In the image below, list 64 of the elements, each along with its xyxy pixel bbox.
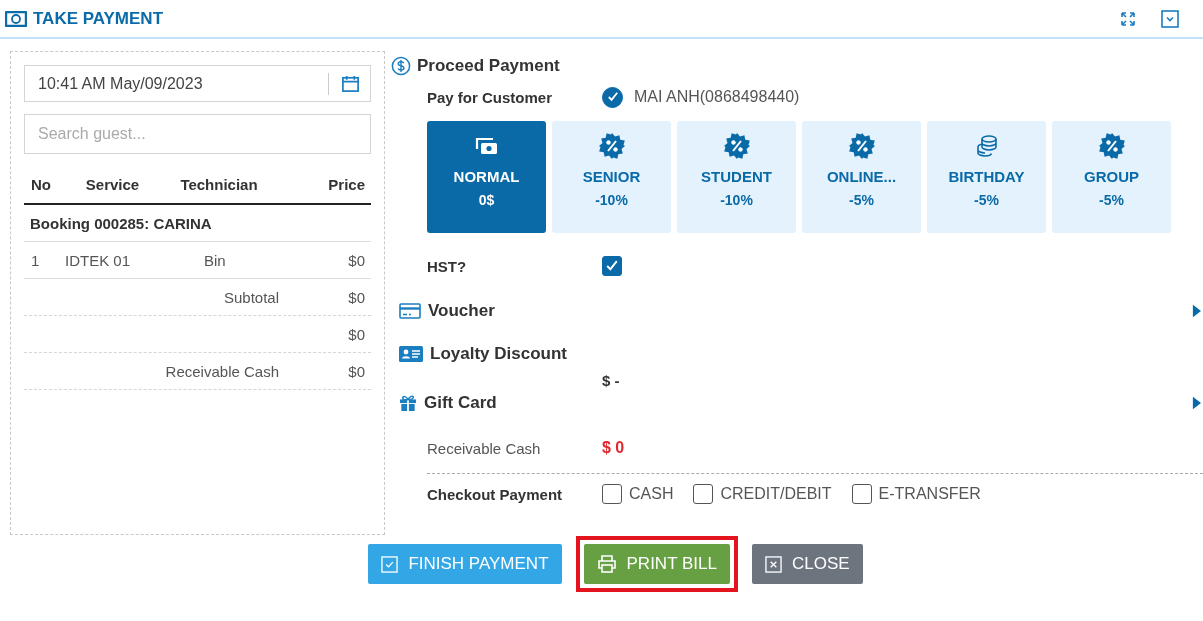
coins-icon [974, 133, 999, 159]
payment-method-label[interactable]: CASH [629, 485, 674, 503]
table-cell-text: Bin [203, 251, 227, 269]
gift-icon [399, 395, 417, 411]
receivable-amount: $ 0 [602, 439, 625, 457]
column-header: No [30, 175, 52, 193]
print-button[interactable]: PRINT BILL [583, 544, 730, 584]
payment-method-checkbox[interactable] [851, 484, 872, 504]
percent-badge-icon [723, 133, 750, 159]
checkmark-icon [604, 258, 620, 274]
discount-tile[interactable]: ONLINE... -5% [802, 121, 921, 233]
section-title[interactable]: Gift Card [424, 393, 497, 413]
table-cell-text: $0 [347, 251, 366, 269]
total-value: $0 [347, 362, 366, 380]
date-field[interactable]: 10:41 AM May/09/2023 [24, 65, 371, 102]
dollar-circle-icon [391, 56, 411, 76]
close-button[interactable]: CLOSE [751, 544, 863, 584]
section-title[interactable]: Loyalty Discount [430, 344, 567, 364]
percent-badge-icon [1098, 133, 1125, 159]
checkmark-icon [605, 90, 620, 104]
field-label: Receivable Cash [427, 439, 542, 457]
collapse-icon[interactable] [1161, 9, 1179, 28]
calendar-icon[interactable] [341, 74, 360, 93]
payment-method-label[interactable]: CREDIT/DEBIT [720, 485, 832, 503]
percent-badge-icon [598, 133, 625, 159]
credit-card-icon [399, 302, 421, 320]
column-header: Technician [179, 175, 259, 193]
checkbox-icon [381, 555, 399, 573]
close-icon [764, 555, 782, 573]
banknote-icon [5, 10, 27, 27]
table-cell-text: 1 [30, 251, 41, 269]
expand-arrow-icon[interactable] [1192, 396, 1201, 410]
expand-icon[interactable] [1121, 11, 1135, 26]
discount-tile[interactable]: STUDENT -10% [677, 121, 796, 233]
booking-label: Booking 000285: CARINA [30, 214, 212, 232]
column-header: Service [84, 175, 141, 193]
discount-tile[interactable]: NORMAL 0$ [427, 121, 546, 233]
id-card-icon [399, 345, 423, 363]
customer-name: MAI ANH(0868498440) [634, 88, 800, 106]
customer-checkbox[interactable] [602, 86, 623, 108]
window-title: TAKE PAYMENT [33, 8, 164, 29]
expand-arrow-icon[interactable] [1192, 304, 1201, 318]
table-cell-text: IDTEK 01 [64, 251, 132, 269]
printer-icon [596, 555, 617, 573]
hst-checkbox[interactable] [602, 256, 622, 276]
total-value: $0 [347, 288, 366, 306]
total-label: Subtotal [223, 288, 279, 306]
loyalty-value: $ - [602, 372, 620, 389]
search-field[interactable]: Search guest... [24, 114, 371, 154]
discount-tile[interactable]: BIRTHDAY -5% [927, 121, 1046, 233]
field-label: HST? [427, 257, 468, 275]
discount-tile[interactable]: SENIOR -10% [552, 121, 671, 233]
section-title[interactable]: Voucher [428, 301, 495, 321]
column-header: Price [327, 175, 366, 193]
payment-method-checkbox[interactable] [602, 484, 622, 504]
total-label: Receivable Cash [165, 362, 279, 380]
total-value: $0 [347, 325, 366, 343]
discount-tile[interactable]: GROUP -5% [1052, 121, 1171, 233]
percent-badge-icon [848, 133, 875, 159]
payment-method-checkbox[interactable] [693, 484, 714, 504]
payment-method-label[interactable]: E-TRANSFER [878, 485, 981, 503]
field-label: Pay for Customer [427, 88, 554, 106]
field-label: Checkout Payment [427, 485, 564, 503]
section-title: Proceed Payment [417, 56, 560, 76]
